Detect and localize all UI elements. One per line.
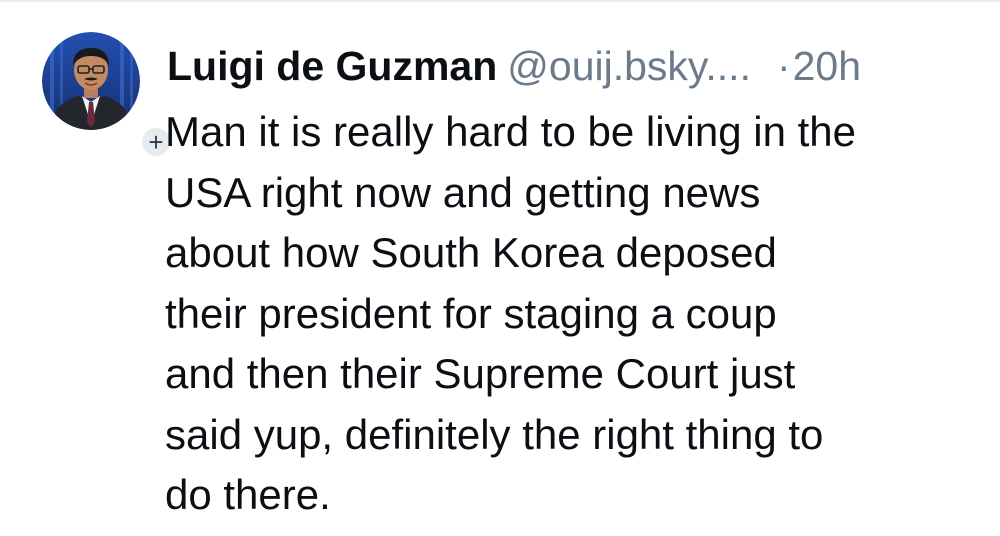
author-handle[interactable]: @ouij.bsky.... (507, 43, 751, 89)
post-text: Man it is really hard to be living in th… (165, 108, 857, 518)
avatar[interactable] (42, 32, 140, 130)
author-display-name[interactable]: Luigi de Guzman (167, 43, 497, 89)
post-timestamp[interactable]: 20h (793, 43, 861, 89)
post-header: Luigi de Guzman @ouij.bsky.... ·20h (167, 38, 967, 94)
timestamp-separator: · (776, 43, 791, 89)
avatar-container[interactable]: + (42, 32, 173, 159)
post[interactable]: + Luigi de Guzman @ouij.bsky.... ·20h Man … (0, 0, 1000, 536)
